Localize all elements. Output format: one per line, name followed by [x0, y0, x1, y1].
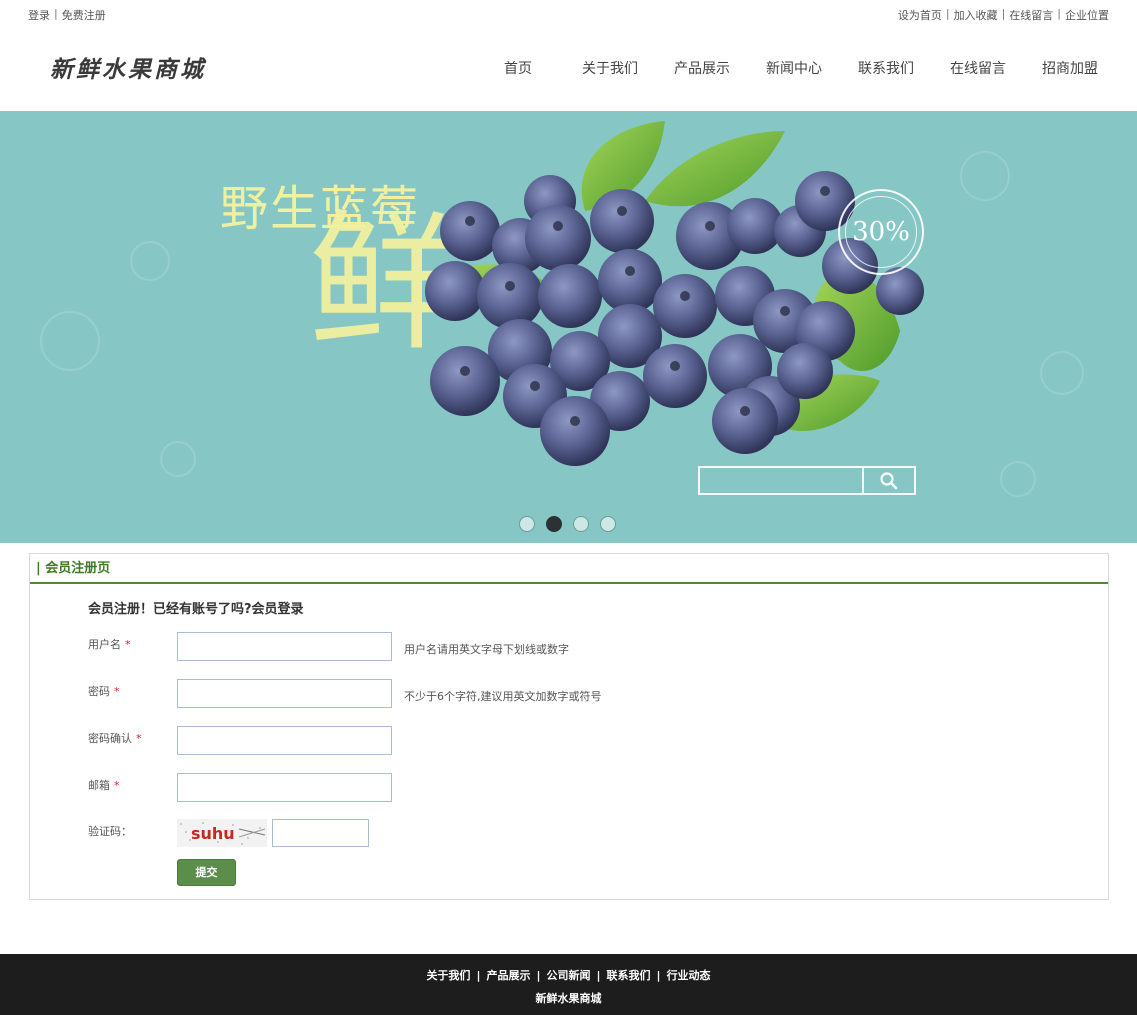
login-link[interactable]: 登录 — [28, 7, 50, 23]
top-bar-right: 设为首页 | 加入收藏 | 在线留言 | 企业位置 — [898, 7, 1109, 23]
site-logo[interactable]: 新鲜水果商城 — [50, 50, 206, 84]
register-panel: | 会员注册页 会员注册！已经有账号了吗?会员登录 用户名 * 用户名请用英文字母… — [29, 553, 1109, 900]
slide-dot-3[interactable] — [573, 516, 589, 532]
password-hint: 不少于6个字符,建议用英文加数字或符号 — [404, 690, 602, 703]
decorative-circle — [1000, 461, 1036, 497]
online-message-link[interactable]: 在线留言 — [1009, 7, 1053, 23]
top-bar: 登录 | 免费注册 设为首页 | 加入收藏 | 在线留言 | 企业位置 — [0, 0, 1137, 28]
password-label-text: 密码 — [88, 685, 110, 698]
captcha-label: 验证码： — [88, 825, 132, 838]
required-mark: * — [136, 732, 142, 745]
top-bar-left: 登录 | 免费注册 — [28, 7, 106, 23]
separator: | — [476, 969, 481, 982]
captcha-input[interactable] — [272, 819, 369, 847]
separator: | — [54, 7, 58, 20]
nav-item-contact[interactable]: 联系我们 — [840, 58, 932, 78]
username-label: 用户名 * — [88, 636, 178, 652]
decorative-circle — [40, 311, 100, 371]
password-input[interactable] — [177, 679, 392, 708]
decorative-circle — [960, 151, 1010, 201]
separator: | — [1057, 7, 1061, 20]
footer-link-industry[interactable]: 行业动态 — [667, 969, 711, 982]
username-hint: 用户名请用英文字母下划线或数字 — [404, 643, 569, 656]
slide-dot-2[interactable] — [546, 516, 562, 532]
confirm-password-input[interactable] — [177, 726, 392, 755]
register-intro: 会员注册！已经有账号了吗?会员登录 — [88, 602, 304, 617]
password-label: 密码 * — [88, 683, 178, 699]
confirm-password-label-text: 密码确认 — [88, 732, 132, 745]
required-mark: * — [125, 638, 131, 651]
required-mark: * — [114, 779, 120, 792]
main-nav: 首页 关于我们 产品展示 新闻中心 联系我们 在线留言 招商加盟 — [472, 58, 1116, 78]
captcha-text: suhu — [191, 824, 235, 843]
badge-text: 30% — [852, 217, 910, 247]
separator: | — [656, 969, 661, 982]
footer-site-name: 新鲜水果商城 — [535, 992, 602, 1005]
nav-item-news[interactable]: 新闻中心 — [748, 58, 840, 78]
nav-item-products[interactable]: 产品展示 — [656, 58, 748, 78]
nav-item-franchise[interactable]: 招商加盟 — [1024, 58, 1116, 78]
footer-link-products[interactable]: 产品展示 — [486, 969, 530, 982]
footer-link-company-news[interactable]: 公司新闻 — [547, 969, 591, 982]
banner-search-input[interactable] — [700, 468, 864, 493]
email-label-text: 邮箱 — [88, 779, 110, 792]
footer: 关于我们 | 产品展示 | 公司新闻 | 联系我们 | 行业动态 新鲜水果商城 — [0, 954, 1137, 1015]
slide-dot-4[interactable] — [600, 516, 616, 532]
search-icon — [880, 471, 898, 489]
nav-item-home[interactable]: 首页 — [472, 58, 564, 78]
hero-banner: 野生蓝莓 鲜 30% — [0, 111, 1137, 543]
required-mark: * — [114, 685, 120, 698]
decorative-circle — [160, 441, 196, 477]
banner-search — [698, 466, 916, 495]
company-location-link[interactable]: 企业位置 — [1065, 7, 1109, 23]
banner-search-button[interactable] — [864, 468, 914, 493]
decorative-circle — [130, 241, 170, 281]
nav-item-about[interactable]: 关于我们 — [564, 58, 656, 78]
discount-badge: 30% — [838, 189, 924, 275]
set-homepage-link[interactable]: 设为首页 — [898, 7, 942, 23]
separator: | — [945, 7, 950, 20]
username-input[interactable] — [177, 632, 392, 661]
email-input[interactable] — [177, 773, 392, 802]
submit-button[interactable]: 提交 — [177, 859, 236, 886]
footer-links: 关于我们 | 产品展示 | 公司新闻 | 联系我们 | 行业动态 — [0, 967, 1137, 983]
register-panel-title: | 会员注册页 — [30, 554, 1108, 584]
separator: | — [1001, 7, 1006, 20]
captcha-image[interactable]: suhu — [177, 819, 267, 847]
footer-link-about[interactable]: 关于我们 — [426, 969, 470, 982]
add-favorite-link[interactable]: 加入收藏 — [954, 7, 998, 23]
slide-indicators — [519, 516, 616, 532]
blueberries-image — [425, 121, 924, 466]
nav-item-message[interactable]: 在线留言 — [932, 58, 1024, 78]
confirm-password-label: 密码确认 * — [88, 730, 178, 746]
username-label-text: 用户名 — [88, 638, 121, 651]
free-register-link[interactable]: 免费注册 — [62, 7, 106, 23]
separator: | — [596, 969, 601, 982]
decorative-circle — [1040, 351, 1084, 395]
footer-link-contact[interactable]: 联系我们 — [607, 969, 651, 982]
separator: | — [536, 969, 541, 982]
slide-dot-1[interactable] — [519, 516, 535, 532]
email-label: 邮箱 * — [88, 777, 178, 793]
